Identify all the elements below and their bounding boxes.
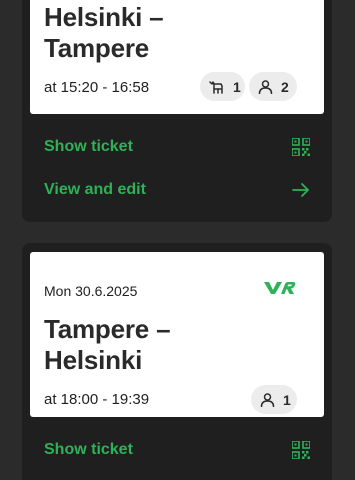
route-origin: Helsinki – — [44, 2, 164, 32]
route-origin: Tampere – — [44, 314, 171, 344]
passengers-count: 1 — [283, 391, 291, 408]
route-title: Helsinki – Tampere — [44, 2, 164, 64]
departure-time: at 18:00 - 19:39 — [44, 391, 150, 408]
person-icon — [258, 79, 273, 94]
dog-icon — [209, 80, 225, 94]
passengers-badge: 1 — [251, 385, 297, 414]
trips-screen: Helsinki – Tampere at 15:20 - 16:58 1 2 … — [0, 0, 355, 480]
departure-time: at 15:20 - 16:58 — [44, 79, 150, 96]
qr-code-icon — [292, 138, 310, 156]
route-title: Tampere – Helsinki — [44, 314, 171, 376]
route-destination: Helsinki — [44, 345, 143, 375]
show-ticket-label: Show ticket — [44, 441, 133, 458]
view-and-edit-button[interactable]: View and edit — [44, 176, 310, 204]
trip-card: Helsinki – Tampere at 15:20 - 16:58 1 2 … — [22, 0, 332, 222]
trip-card: Mon 30.6.2025 Tampere – Helsinki at 18:0… — [22, 243, 332, 480]
show-ticket-button[interactable]: Show ticket — [44, 436, 310, 464]
trip-date: Mon 30.6.2025 — [44, 283, 138, 299]
route-destination: Tampere — [44, 33, 150, 63]
ticket-summary[interactable]: Helsinki – Tampere at 15:20 - 16:58 1 2 — [30, 0, 324, 114]
person-icon — [260, 392, 275, 407]
show-ticket-button[interactable]: Show ticket — [44, 133, 310, 161]
pets-badge: 1 — [200, 72, 245, 101]
qr-code-icon — [292, 441, 310, 459]
show-ticket-label: Show ticket — [44, 138, 133, 155]
view-and-edit-label: View and edit — [44, 181, 146, 198]
pets-count: 1 — [233, 78, 241, 95]
vr-logo — [264, 279, 296, 297]
arrow-right-icon — [292, 182, 310, 198]
ticket-summary[interactable]: Mon 30.6.2025 Tampere – Helsinki at 18:0… — [30, 252, 324, 417]
passengers-badge: 2 — [249, 72, 297, 101]
passengers-count: 2 — [281, 78, 289, 95]
